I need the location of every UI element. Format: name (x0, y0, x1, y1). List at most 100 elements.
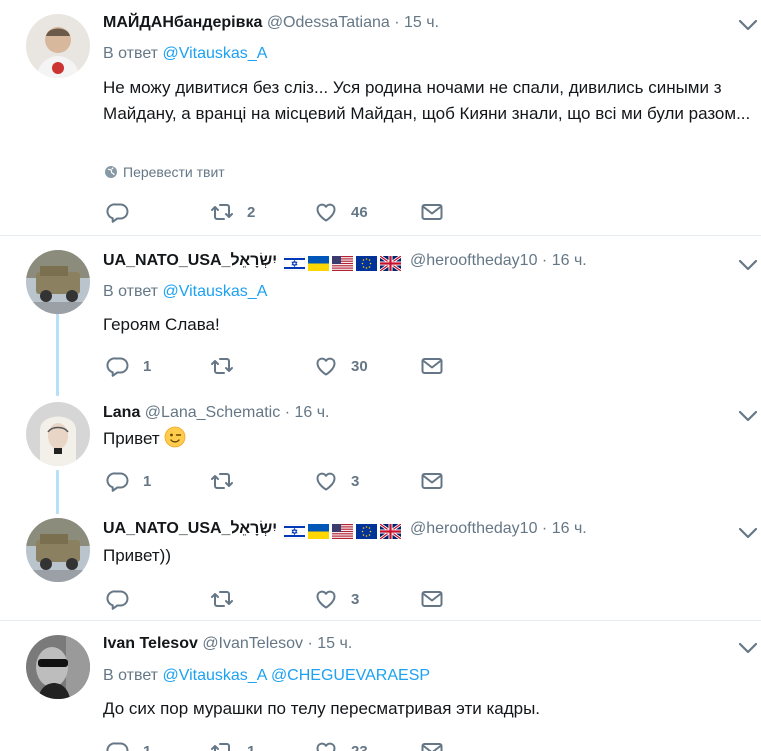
reply-count: 1 (143, 357, 152, 375)
timestamp[interactable]: 16 ч. (552, 520, 587, 537)
avatar[interactable] (26, 250, 90, 314)
retweet-icon (210, 354, 234, 378)
reply-button[interactable] (106, 200, 130, 224)
reply-to-link[interactable]: @Vitauskas_A (162, 45, 267, 62)
timestamp[interactable]: 15 ч. (404, 14, 439, 31)
retweet-icon (210, 739, 234, 751)
retweet-button[interactable]: 2 (210, 200, 255, 224)
heart-icon (314, 469, 338, 493)
tweet-text: Не можу дивитися без сліз... Уся родина … (103, 78, 751, 123)
like-button[interactable]: 23 (314, 739, 368, 751)
reply-button[interactable]: 1 (106, 739, 151, 751)
like-button[interactable]: 3 (314, 469, 359, 493)
tweet-header: Ivan Telesov @IvanTelesov · 15 ч. (103, 634, 352, 654)
avatar[interactable] (26, 518, 90, 582)
envelope-icon (420, 587, 444, 611)
envelope-icon (420, 200, 444, 224)
display-name[interactable]: МАЙДАНбандерівка (103, 14, 262, 31)
user-handle[interactable]: @herooftheday10 (410, 520, 537, 537)
avatar[interactable] (26, 635, 90, 699)
reply-button[interactable]: 1 (106, 354, 151, 378)
reply-to-link-2[interactable]: @CHEGUEVARAESP (271, 667, 430, 684)
globe-icon (105, 166, 117, 178)
direct-message-button[interactable] (420, 469, 444, 493)
reply-icon (106, 200, 130, 224)
chevron-down-icon[interactable] (737, 409, 759, 423)
reply-prefix: В ответ (103, 283, 159, 300)
like-count: 46 (351, 203, 368, 221)
direct-message-button[interactable] (420, 587, 444, 611)
heart-icon (314, 200, 338, 224)
translate-tweet-link[interactable]: Перевести твит (104, 163, 225, 181)
israel-flag-icon (284, 256, 305, 271)
avatar[interactable] (26, 402, 90, 466)
direct-message-button[interactable] (420, 739, 444, 751)
tweet-text: Героям Слава! (103, 315, 220, 334)
user-handle[interactable]: @herooftheday10 (410, 252, 537, 269)
retweet-button[interactable] (210, 469, 234, 493)
ukraine-flag-icon (308, 256, 329, 271)
envelope-icon (420, 354, 444, 378)
reply-to-link[interactable]: @Vitauskas_A (162, 283, 267, 300)
chevron-down-icon[interactable] (737, 526, 759, 540)
retweet-count: 1 (247, 742, 256, 751)
retweet-icon (210, 200, 234, 224)
timestamp[interactable]: 16 ч. (294, 404, 329, 421)
reply-context: В ответ @Vitauskas_A (103, 282, 267, 302)
direct-message-button[interactable] (420, 354, 444, 378)
tweet-herooftheday10[interactable]: UA_NATO_USA_יִשְׂרָאֵל @herooftheday10 ·… (0, 236, 761, 396)
user-handle[interactable]: @Lana_Schematic (145, 404, 280, 421)
reply-prefix: В ответ (103, 45, 159, 62)
winking-face-emoji-icon (164, 426, 186, 448)
user-handle[interactable]: @IvanTelesov (202, 635, 303, 652)
like-button[interactable]: 46 (314, 200, 368, 224)
chevron-down-icon[interactable] (737, 18, 759, 32)
timestamp[interactable]: 15 ч. (317, 635, 352, 652)
display-name[interactable]: UA_NATO_USA_יִשְׂרָאֵל (103, 520, 277, 537)
flag-list (284, 254, 404, 274)
display-name[interactable]: Ivan Telesov (103, 635, 198, 652)
like-button[interactable]: 3 (314, 587, 359, 611)
reply-button[interactable]: 1 (106, 469, 151, 493)
heart-icon (314, 354, 338, 378)
like-count: 3 (351, 472, 360, 490)
tweet-text: Привет (103, 426, 758, 452)
timestamp[interactable]: 16 ч. (552, 252, 587, 269)
chevron-down-icon[interactable] (737, 641, 759, 655)
tweet-herooftheday10-reply[interactable]: UA_NATO_USA_יִשְׂרָאֵל @herooftheday10 ·… (0, 514, 761, 620)
tweet-odessatatiana[interactable]: МАЙДАНбандерівка @OdessaTatiana · 15 ч. … (0, 0, 761, 235)
reply-button[interactable] (106, 587, 130, 611)
retweet-icon (210, 469, 234, 493)
separator-dot: · (541, 252, 548, 269)
translate-label: Перевести твит (123, 164, 225, 180)
tweet-lana-schematic[interactable]: Lana @Lana_Schematic · 16 ч. Привет 1 3 (0, 396, 761, 514)
tweet-header: МАЙДАНбандерівка @OdessaTatiana · 15 ч. (103, 13, 439, 33)
reply-count: 1 (143, 472, 152, 490)
chevron-down-icon[interactable] (737, 258, 759, 272)
display-name[interactable]: UA_NATO_USA_יִשְׂרָאֵל (103, 252, 277, 269)
tweet-text: Привет)) (103, 546, 172, 565)
heart-icon (314, 587, 338, 611)
display-name[interactable]: Lana (103, 404, 140, 421)
tweet-header: UA_NATO_USA_יִשְׂרָאֵל @herooftheday10 ·… (103, 519, 587, 542)
tweet-ivantelesov[interactable]: Ivan Telesov @IvanTelesov · 15 ч. В отве… (0, 621, 761, 751)
user-handle[interactable]: @OdessaTatiana (267, 14, 390, 31)
separator-dot: · (284, 404, 291, 421)
reply-to-link[interactable]: @Vitauskas_A (162, 667, 266, 684)
separator-dot: · (307, 635, 313, 652)
retweet-button[interactable] (210, 354, 234, 378)
retweet-button[interactable]: 1 (210, 739, 255, 751)
separator-dot: · (541, 520, 548, 537)
reply-icon (106, 469, 130, 493)
reply-icon (106, 739, 130, 751)
avatar[interactable] (26, 14, 90, 78)
uk-flag-icon (380, 524, 401, 539)
uk-flag-icon (380, 256, 401, 271)
reply-icon (106, 587, 130, 611)
reply-context: В ответ @Vitauskas_A (103, 44, 267, 64)
retweet-button[interactable] (210, 587, 234, 611)
usa-flag-icon (332, 524, 353, 539)
like-button[interactable]: 30 (314, 354, 368, 378)
direct-message-button[interactable] (420, 200, 444, 224)
ukraine-flag-icon (308, 524, 329, 539)
